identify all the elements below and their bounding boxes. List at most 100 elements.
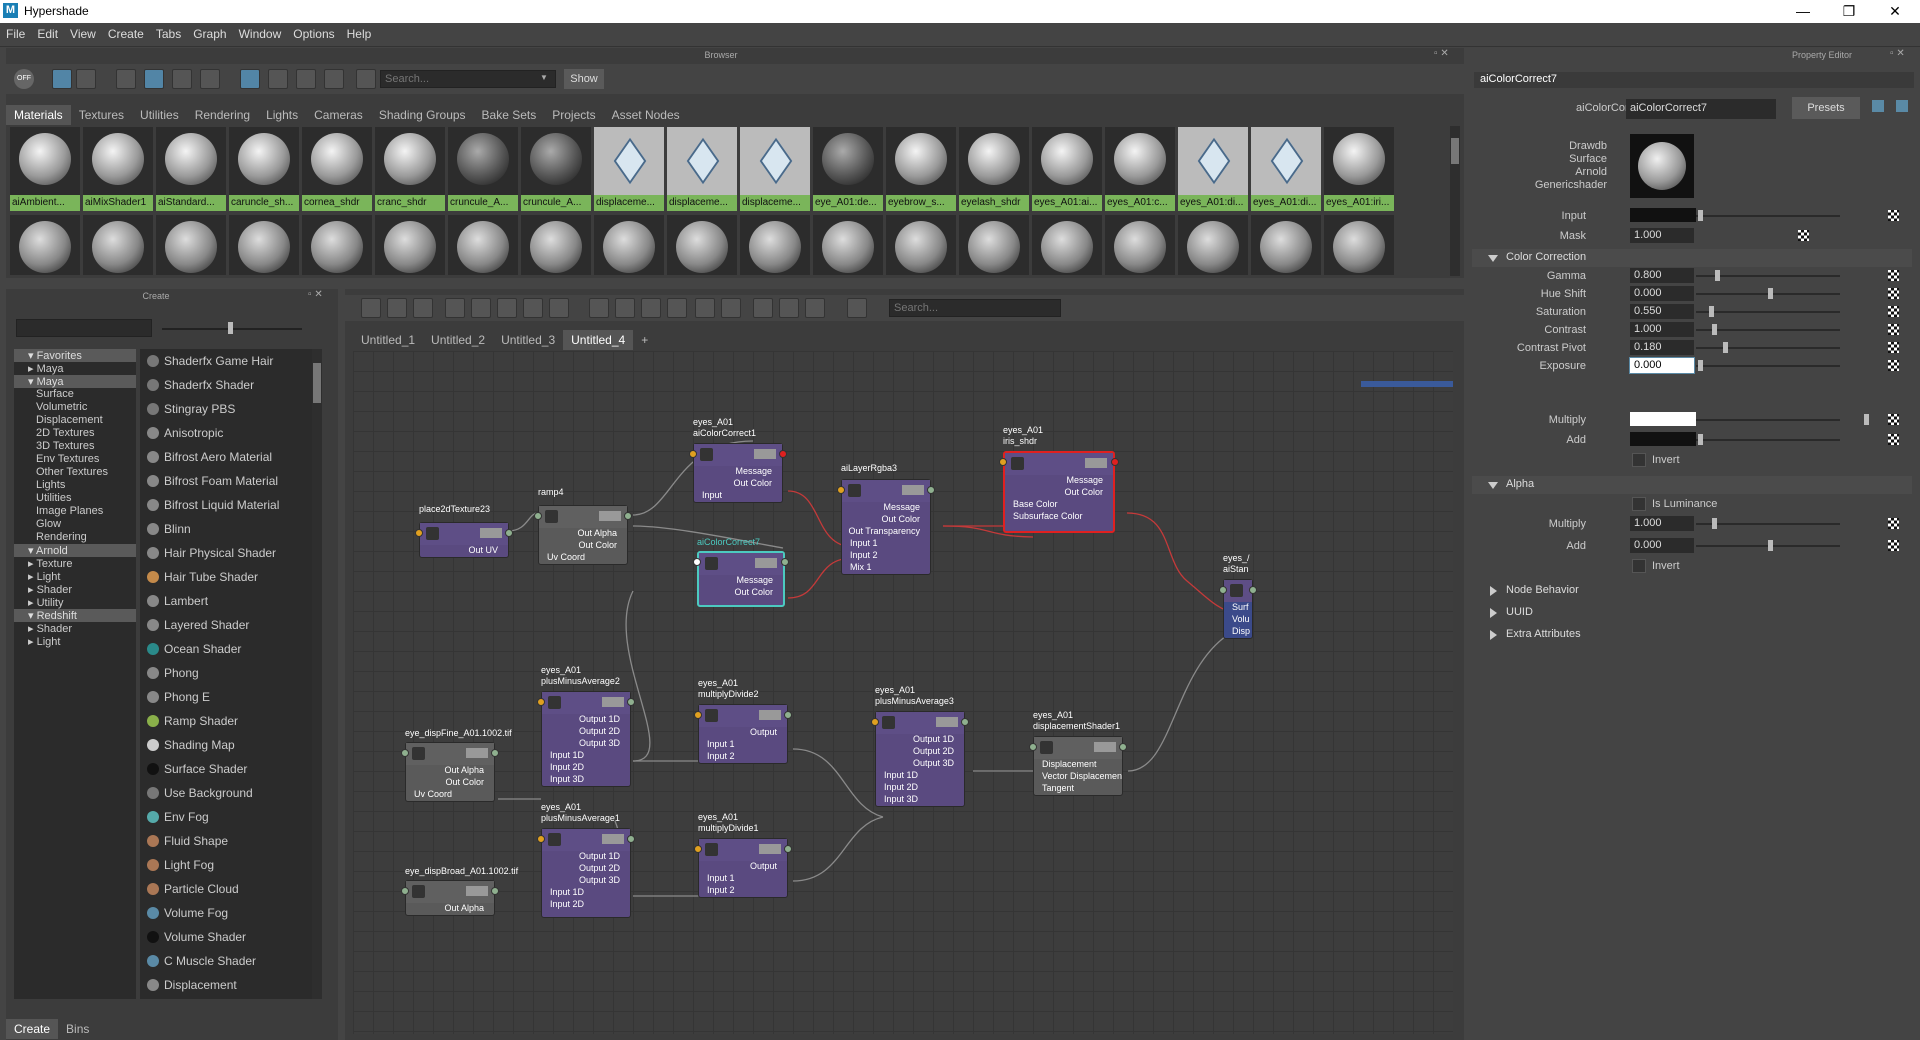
input-port[interactable] (837, 486, 845, 494)
add-tab-button[interactable]: + (633, 330, 656, 350)
node-type-item[interactable]: Hair Physical Shader (140, 541, 320, 565)
menu-window[interactable]: Window (233, 23, 288, 41)
node-type-item[interactable]: Shaderfx Shader (140, 373, 320, 397)
output-port[interactable] (781, 558, 789, 566)
large-swatch-button[interactable] (172, 69, 192, 89)
slider-handle[interactable] (1698, 210, 1703, 221)
tab-textures[interactable]: Textures (71, 105, 132, 125)
float-icon[interactable]: ▫ ✕ (1434, 48, 1449, 59)
node-type-item[interactable]: Use Background (140, 781, 320, 805)
node-header[interactable] (542, 692, 630, 714)
browser-search-input[interactable] (380, 70, 556, 88)
input-slider[interactable] (1696, 215, 1840, 217)
node-type-item[interactable]: Phong E (140, 685, 320, 709)
slider-handle[interactable] (1768, 288, 1773, 299)
small-swatch-button[interactable] (116, 69, 136, 89)
material-swatch[interactable]: eyes_A01:ai... (1032, 127, 1102, 211)
material-swatch[interactable] (10, 215, 80, 275)
material-swatch[interactable] (1324, 215, 1394, 275)
tab-untitled-3[interactable]: Untitled_3 (493, 330, 563, 350)
tree-arrow-icon[interactable]: ▸ (28, 636, 37, 648)
material-swatch[interactable] (886, 215, 956, 275)
node-header[interactable] (699, 839, 787, 861)
cc-attr-field[interactable]: 0.550 (1630, 304, 1694, 319)
section-node-behavior[interactable]: Node Behavior (1472, 582, 1912, 600)
shading-node-pma1[interactable]: Output 1D Output 2D Output 3D Input 1D Input… (541, 828, 631, 918)
material-swatch[interactable]: eyes_A01:iri... (1324, 127, 1394, 211)
cc-attr-field[interactable]: 0.000 (1630, 286, 1694, 301)
sort-type-button[interactable] (268, 69, 288, 89)
tree-item[interactable]: Displacement (14, 414, 136, 427)
create-search-input[interactable] (16, 319, 152, 337)
node-type-item[interactable]: Shaderfx Game Hair (140, 349, 320, 373)
menu-options[interactable]: Options (287, 23, 340, 41)
tree-arrow-icon[interactable]: ▸ (28, 623, 37, 635)
output-port[interactable] (627, 698, 635, 706)
node-mode-icon[interactable] (602, 834, 624, 844)
tree-item[interactable]: Image Planes (14, 505, 136, 518)
input-port[interactable] (1219, 586, 1227, 594)
map-button-icon[interactable] (1888, 518, 1899, 529)
node-mode-icon[interactable] (936, 717, 958, 727)
input-port[interactable] (694, 711, 702, 719)
tree-arrow-icon[interactable]: ▸ (28, 363, 37, 375)
output-port[interactable] (624, 512, 632, 520)
section-extra-attributes[interactable]: Extra Attributes (1472, 626, 1912, 644)
frame-all-button[interactable] (445, 298, 465, 318)
material-swatch[interactable] (1105, 215, 1175, 275)
menu-create[interactable]: Create (102, 23, 150, 41)
multiply-slider[interactable] (1696, 419, 1840, 421)
node-mode-icon[interactable] (602, 697, 624, 707)
map-button-icon[interactable] (1888, 288, 1899, 299)
menu-tabs[interactable]: Tabs (150, 23, 187, 41)
input-port[interactable] (537, 835, 545, 843)
node-header[interactable] (842, 480, 930, 502)
shading-node-disp[interactable]: Displacement Vector Displacement Tangent (1033, 736, 1123, 796)
sort-time-button[interactable] (296, 69, 316, 89)
material-swatch[interactable]: displaceme... (740, 127, 810, 211)
node-header[interactable] (694, 444, 782, 466)
node-type-item[interactable]: Phong (140, 661, 320, 685)
material-swatch[interactable]: displaceme... (594, 127, 664, 211)
material-swatch[interactable]: eyes_A01:di... (1251, 127, 1321, 211)
node-type-item[interactable]: Shading Map (140, 733, 320, 757)
material-swatch[interactable] (594, 215, 664, 275)
node-mode-icon[interactable] (480, 528, 502, 538)
cc-attr-slider[interactable] (1696, 311, 1840, 313)
node-header[interactable] (539, 506, 627, 528)
node-header[interactable] (876, 712, 964, 734)
frame-selected-button[interactable] (471, 298, 491, 318)
node-header[interactable] (1224, 580, 1252, 602)
alpha-invert-checkbox[interactable] (1632, 559, 1646, 573)
medium-swatch-button[interactable] (144, 69, 164, 89)
tree-item[interactable]: ▸ Texture (14, 557, 136, 570)
node-mode-icon[interactable] (902, 485, 924, 495)
node-type-item[interactable]: Ocean Shader (140, 637, 320, 661)
node-mode-icon[interactable] (1085, 458, 1107, 468)
material-swatch[interactable] (959, 215, 1029, 275)
tab-rendering[interactable]: Rendering (187, 105, 258, 125)
tree-item[interactable]: 2D Textures (14, 427, 136, 440)
copy-tab-icon[interactable] (1896, 100, 1908, 112)
tree-item[interactable]: Lights (14, 479, 136, 492)
tree-item[interactable]: ▸ Light (14, 570, 136, 583)
output-port[interactable] (491, 749, 499, 757)
off-toggle-button[interactable]: OFF (14, 69, 34, 89)
material-swatch[interactable]: eyes_A01:c... (1105, 127, 1175, 211)
tree-arrow-icon[interactable]: ▾ (28, 350, 37, 362)
is-luminance-checkbox[interactable] (1632, 497, 1646, 511)
sort-name-button[interactable] (240, 69, 260, 89)
node-header[interactable] (1005, 453, 1113, 475)
clear-graph-button[interactable] (549, 298, 569, 318)
input-port[interactable] (693, 558, 701, 566)
chevron-down-icon[interactable]: ▼ (540, 73, 548, 82)
node-mode-icon[interactable] (599, 511, 621, 521)
material-swatch[interactable]: eyebrow_s... (886, 127, 956, 211)
cc-attr-slider[interactable] (1696, 365, 1840, 367)
output-port[interactable] (1111, 458, 1119, 466)
alpha-multiply-slider[interactable] (1696, 523, 1840, 525)
tree-arrow-icon[interactable]: ▸ (28, 584, 37, 596)
menu-view[interactable]: View (64, 23, 102, 41)
node-mode-icon[interactable] (466, 748, 488, 758)
map-button-icon[interactable] (1888, 540, 1899, 551)
